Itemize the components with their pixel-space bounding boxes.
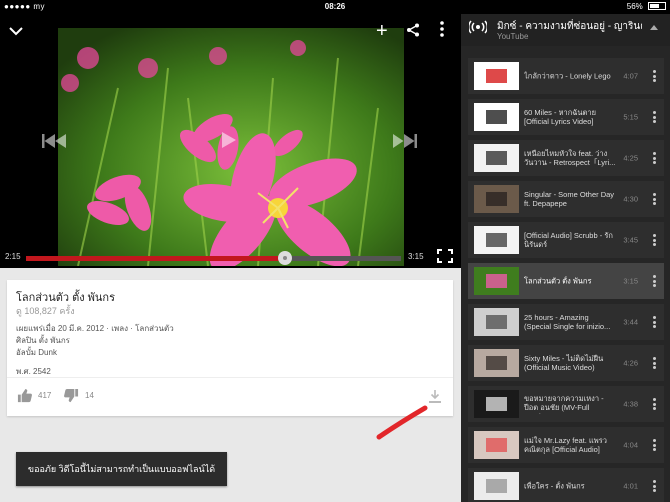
next-track-icon[interactable] [393,132,417,153]
playlist-item-duration: 3:15 [623,276,638,286]
more-options-icon[interactable] [653,70,656,82]
playlist-item[interactable]: แม่ใจ Mr.Lazy feat. แพรว คณิตกุล [Offici… [468,427,664,463]
playlist-item-duration: 3:45 [623,235,638,245]
playlist-item-thumbnail [474,431,519,459]
collapse-chevron-icon[interactable] [8,22,24,40]
playlist-item-duration: 4:26 [623,358,638,368]
broadcast-icon [467,20,489,37]
playlist-item-thumbnail [474,349,519,377]
playlist-item-duration: 5:15 [623,112,638,122]
video-info-card: โลกส่วนตัว ตั้ง พันกร ดู 108,827 ครั้ง เ… [7,280,453,416]
dislike-count: 14 [85,391,94,400]
playlist-item-duration: 4:25 [623,153,638,163]
playlist-item-title: 25 hours - Amazing (Special Single for i… [524,313,611,331]
more-options-icon[interactable] [653,111,656,123]
playlist-item-title: Sixty Miles - ไม่ติดไม่ฝืน (Official Mus… [524,354,604,372]
thumbs-down-icon [64,388,79,403]
like-count: 417 [38,391,52,400]
collapse-caret-icon[interactable] [650,25,658,30]
status-bar: ●●●●● my 08:26 56% [0,0,670,14]
dislike-button[interactable]: 14 [64,388,94,403]
divider [7,377,453,378]
seek-bar[interactable] [26,251,401,265]
playlist-items: ไกลักว่าดาว - Lonely Lego 4:07 60 Miles - … [468,58,664,502]
playlist-item-duration: 3:44 [623,317,638,327]
more-options-icon[interactable] [440,21,444,40]
playlist-item-thumbnail [474,267,519,295]
playlist-item-title: [Official Audio] Scrubb - รักนิรันดร์ [524,231,613,249]
more-options-icon[interactable] [653,152,656,164]
playlist-item-thumbnail [474,226,519,254]
playlist-item-thumbnail [474,185,519,213]
album-info: อัลบั้ม Dunk [16,348,57,357]
playlist-item-thumbnail [474,308,519,336]
playlist-item-thumbnail [474,62,519,90]
playlist-item-duration: 4:04 [623,440,638,450]
elapsed-time: 2:15 [5,252,21,261]
more-options-icon[interactable] [653,275,656,287]
playlist-item[interactable]: 25 hours - Amazing (Special Single for i… [468,304,664,340]
playlist-item[interactable]: เหนือยไหมหัวใจ feat. ว่าง วันวาน - Retro… [468,140,664,176]
playlist-item[interactable]: Singular - Some Other Day ft. Depapepe 4:… [468,181,664,217]
like-button[interactable]: 417 [17,388,51,403]
playlist-item[interactable]: ไกลักว่าดาว - Lonely Lego 4:07 [468,58,664,94]
playlist-item-title: ไกลักว่าดาว - Lonely Lego [524,71,611,81]
more-options-icon[interactable] [653,439,656,451]
playlist-item[interactable]: โลกส่วนตัว ตั้ง พันกร 3:15 [468,263,664,299]
playlist-item-duration: 4:30 [623,194,638,204]
playlist-item[interactable]: [Official Audio] Scrubb - รักนิรันดร์ 3:4… [468,222,664,258]
playlist-header[interactable]: มิกซ์ - ความงามที่ซ่อนอยู่ - ญารินดา You… [461,14,670,46]
playlist-subtitle: YouTube [497,32,529,41]
fullscreen-icon[interactable] [437,249,453,263]
offline-unavailable-button[interactable]: ขออภัย วิดีโอนี้ไม่สามารถทำเป็นแบบออฟไลน… [16,452,227,486]
playlist-item-title: เพื่อใคร - ตั้ง พันกร [524,481,585,491]
more-options-icon[interactable] [653,398,656,410]
playlist-item-thumbnail [474,472,519,500]
download-icon[interactable] [429,390,441,408]
playlist-item-thumbnail [474,144,519,172]
more-options-icon[interactable] [653,480,656,492]
playlist-item[interactable]: ขอหมายจากความเหงา - ปีอต อนชัย (MV-Full … [468,386,664,422]
playlist-item-duration: 4:01 [623,481,638,491]
video-player[interactable]: + 2:15 3:15 [0,14,461,268]
playlist-item-duration: 4:38 [623,399,638,409]
playlist-item-thumbnail [474,103,519,131]
view-count: ดู 108,827 ครั้ง [16,306,75,316]
playlist-item-title: แม่ใจ Mr.Lazy feat. แพรว คณิตกุล [Offici… [524,436,607,454]
playlist-item[interactable]: Sixty Miles - ไม่ติดไม่ฝืน (Official Mus… [468,345,664,381]
playlist-item-title: Singular - Some Other Day ft. Depapepe [524,190,615,208]
playlist-item-duration: 4:07 [623,71,638,81]
more-options-icon[interactable] [653,234,656,246]
mix-playlist-panel: มิกซ์ - ความงามที่ซ่อนอยู่ - ญารินดา You… [461,14,670,502]
battery-indicator: 56% [627,2,666,11]
playlist-item-title: เหนือยไหมหัวใจ feat. ว่าง วันวาน - Retro… [524,149,616,167]
battery-percent: 56% [626,2,643,11]
more-options-icon[interactable] [653,316,656,328]
playlist-item[interactable]: เพื่อใคร - ตั้ง พันกร 4:01 [468,468,664,502]
add-to-playlist-icon[interactable]: + [376,21,388,41]
seek-bar-played [26,256,285,261]
playlist-item-title: โลกส่วนตัว ตั้ง พันกร [524,276,592,286]
red-annotation-stroke [376,405,428,440]
playlist-item[interactable]: 60 Miles - หากฉันตาย [Official Lyrics Vi… [468,99,664,135]
previous-track-icon[interactable] [42,132,66,153]
clock: 08:26 [324,2,346,11]
battery-icon [648,2,666,10]
play-icon[interactable] [222,132,236,153]
more-options-icon[interactable] [653,357,656,369]
playlist-item-thumbnail [474,390,519,418]
playlist-item-title: ขอหมายจากความเหงา - ปีอต อนชัย (MV-Full … [524,394,604,414]
thumbs-up-icon [17,388,32,403]
seek-handle[interactable] [277,251,292,265]
share-icon[interactable] [406,22,420,40]
more-options-icon[interactable] [653,193,656,205]
duration-time: 3:15 [408,252,424,261]
playlist-item-title: 60 Miles - หากฉันตาย [Official Lyrics Vi… [524,108,597,126]
